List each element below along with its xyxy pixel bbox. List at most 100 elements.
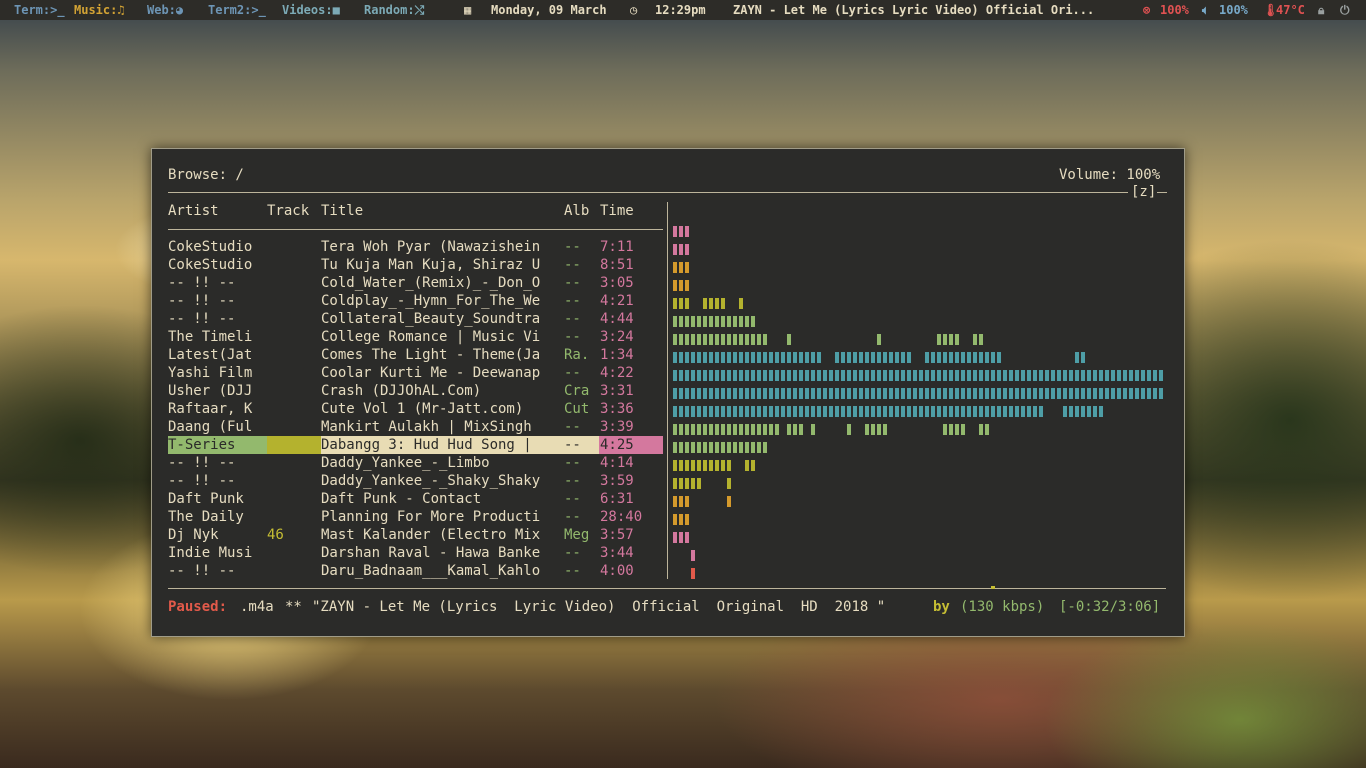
visualizer-bar xyxy=(1033,370,1037,381)
track-album[interactable]: -- xyxy=(564,238,581,256)
track-artist[interactable]: Daang (Ful xyxy=(168,418,252,436)
track-artist[interactable]: T-Series xyxy=(168,436,235,454)
track-album[interactable]: Meg xyxy=(564,526,589,544)
track-time[interactable]: 4:22 xyxy=(600,364,634,382)
track-title[interactable]: Tu Kuja Man Kuja, Shiraz U xyxy=(321,256,540,274)
track-time[interactable]: 1:34 xyxy=(600,346,634,364)
track-time[interactable]: 7:11 xyxy=(600,238,634,256)
track-title[interactable]: Daddy_Yankee_-_Shaky_Shaky xyxy=(321,472,540,490)
volume-icon[interactable]: 🔈︎ xyxy=(1202,0,1209,20)
visualizer-bar xyxy=(949,424,953,435)
track-artist[interactable]: Dj Nyk xyxy=(168,526,219,544)
workspace-term[interactable]: Term:>_ xyxy=(14,0,65,20)
track-album[interactable]: -- xyxy=(564,292,581,310)
track-title[interactable]: Daddy_Yankee_-_Limbo xyxy=(321,454,490,472)
visualizer-bar xyxy=(913,370,917,381)
column-artist[interactable]: Artist xyxy=(168,202,219,220)
track-title[interactable]: Darshan Raval - Hawa Banke xyxy=(321,544,540,562)
track-time[interactable]: 3:31 xyxy=(600,382,634,400)
track-artist[interactable]: -- !! -- xyxy=(168,562,235,580)
track-artist[interactable]: Indie Musi xyxy=(168,544,252,562)
track-title[interactable]: Comes The Light - Theme(Ja xyxy=(321,346,540,364)
track-title[interactable]: Mankirt Aulakh | MixSingh xyxy=(321,418,532,436)
track-artist[interactable]: -- !! -- xyxy=(168,274,235,292)
column-track[interactable]: Track xyxy=(267,202,309,220)
track-album[interactable]: -- xyxy=(564,328,581,346)
lock-icon[interactable]: 🔒︎ xyxy=(1318,0,1324,20)
track-title[interactable]: Cold_Water_(Remix)_-_Don_O xyxy=(321,274,540,292)
track-title[interactable]: Coldplay_-_Hymn_For_The_We xyxy=(321,292,540,310)
track-title[interactable]: Tera Woh Pyar (Nawazishein xyxy=(321,238,540,256)
workspace-random[interactable]: Random:⤭ xyxy=(364,0,424,20)
track-title[interactable]: Daru_Badnaam___Kamal_Kahlo xyxy=(321,562,540,580)
track-artist[interactable]: The Timeli xyxy=(168,328,252,346)
track-artist[interactable]: -- !! -- xyxy=(168,310,235,328)
track-artist[interactable]: Latest(Jat xyxy=(168,346,252,364)
visualizer-bar xyxy=(793,352,797,363)
track-time[interactable]: 8:51 xyxy=(600,256,634,274)
progress-line[interactable] xyxy=(168,588,1166,589)
track-album[interactable]: -- xyxy=(564,454,581,472)
track-artist[interactable]: CokeStudio xyxy=(168,256,252,274)
track-time[interactable]: 3:05 xyxy=(600,274,634,292)
track-time[interactable]: 3:44 xyxy=(600,544,634,562)
track-album[interactable]: -- xyxy=(564,256,581,274)
track-album[interactable]: -- xyxy=(564,436,581,454)
track-album[interactable]: -- xyxy=(564,418,581,436)
track-title[interactable]: Daft Punk - Contact xyxy=(321,490,481,508)
track-album[interactable]: -- xyxy=(564,274,581,292)
track-artist[interactable]: -- !! -- xyxy=(168,472,235,490)
track-time[interactable]: 4:44 xyxy=(600,310,634,328)
track-album[interactable]: -- xyxy=(564,310,581,328)
track-artist[interactable]: Usher (DJJ xyxy=(168,382,252,400)
track-artist[interactable]: Daft Punk xyxy=(168,490,244,508)
progress-marker[interactable] xyxy=(991,586,995,589)
track-album[interactable]: -- xyxy=(564,562,581,580)
track-album[interactable]: -- xyxy=(564,508,581,526)
column-album[interactable]: Alb xyxy=(564,202,589,220)
track-time[interactable]: 4:14 xyxy=(600,454,634,472)
workspace-web[interactable]: Web:◕ xyxy=(147,0,183,20)
music-player-terminal[interactable]: Browse: / Volume: 100% [z] Artist Track … xyxy=(151,148,1185,637)
track-album[interactable]: Cra xyxy=(564,382,589,400)
track-album[interactable]: -- xyxy=(564,490,581,508)
power-icon[interactable]: ⏻ xyxy=(1340,0,1350,20)
track-artist[interactable]: CokeStudio xyxy=(168,238,252,256)
track-artist[interactable]: -- !! -- xyxy=(168,292,235,310)
track-title[interactable]: Collateral_Beauty_Soundtra xyxy=(321,310,540,328)
track-album[interactable]: Cut xyxy=(564,400,589,418)
track-time[interactable]: 3:39 xyxy=(600,418,634,436)
track-title[interactable]: Planning For More Producti xyxy=(321,508,540,526)
track-artist[interactable]: Yashi Film xyxy=(168,364,252,382)
track-album[interactable]: -- xyxy=(564,472,581,490)
column-time[interactable]: Time xyxy=(600,202,634,220)
track-track[interactable]: 46 xyxy=(267,526,284,544)
track-title[interactable]: Dabangg 3: Hud Hud Song | xyxy=(321,436,532,454)
track-time[interactable]: 6:31 xyxy=(600,490,634,508)
visualizer-bar xyxy=(1141,370,1145,381)
track-time[interactable]: 4:25 xyxy=(600,436,634,454)
track-title[interactable]: Mast Kalander (Electro Mix xyxy=(321,526,540,544)
track-album[interactable]: Ra. xyxy=(564,346,589,364)
track-time[interactable]: 4:00 xyxy=(600,562,634,580)
track-time[interactable]: 3:57 xyxy=(600,526,634,544)
column-title[interactable]: Title xyxy=(321,202,363,220)
track-artist[interactable]: The Daily xyxy=(168,508,244,526)
track-time[interactable]: 3:36 xyxy=(600,400,634,418)
track-artist[interactable]: -- !! -- xyxy=(168,454,235,472)
track-title[interactable]: College Romance | Music Vi xyxy=(321,328,540,346)
workspace-videos[interactable]: Videos:■ xyxy=(282,0,340,20)
track-title[interactable]: Crash (DJJOhAL.Com) xyxy=(321,382,481,400)
track-title[interactable]: Cute Vol 1 (Mr-Jatt.com) xyxy=(321,400,523,418)
track-artist[interactable]: Raftaar, K xyxy=(168,400,252,418)
visualizer-bar xyxy=(847,352,851,363)
track-album[interactable]: -- xyxy=(564,544,581,562)
workspace-term2[interactable]: Term2:>_ xyxy=(208,0,266,20)
track-time[interactable]: 4:21 xyxy=(600,292,634,310)
track-album[interactable]: -- xyxy=(564,364,581,382)
track-time[interactable]: 28:40 xyxy=(600,508,642,526)
track-time[interactable]: 3:59 xyxy=(600,472,634,490)
track-time[interactable]: 3:24 xyxy=(600,328,634,346)
track-title[interactable]: Coolar Kurti Me - Deewanap xyxy=(321,364,540,382)
workspace-music[interactable]: Music:♫ xyxy=(74,0,125,20)
